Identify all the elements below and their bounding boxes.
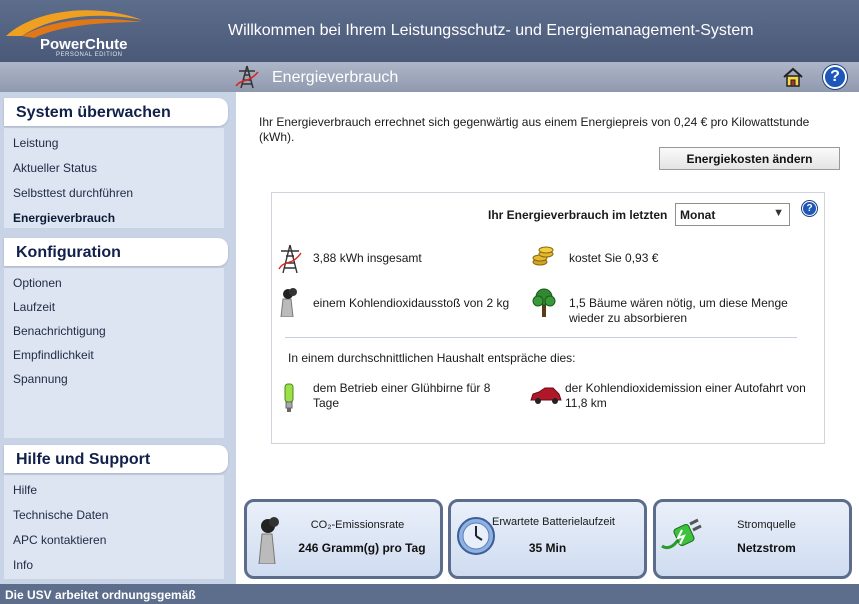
stat-cost: kostet Sie 0,93 €	[569, 251, 659, 265]
co2-card-value: 246 Gramm(g) pro Tag	[298, 541, 426, 555]
sidebar-item-info[interactable]: Info	[13, 558, 33, 572]
sidebar-item-spannung[interactable]: Spannung	[13, 372, 68, 386]
household-car: der Kohlendioxidemission einer Autofahrt…	[565, 381, 806, 410]
power-tower-icon	[278, 244, 302, 274]
household-intro: In einem durchschnittlichen Haushalt ent…	[288, 351, 576, 365]
co2-emission-card: CO₂-Emissionsrate 246 Gramm(g) pro Tag	[244, 499, 443, 579]
stat-total-kwh: 3,88 kWh insgesamt	[313, 251, 422, 265]
sidebar-item-empfindlichkeit[interactable]: Empfindlichkeit	[13, 348, 94, 362]
logo-subtitle: PERSONAL EDITION	[56, 52, 123, 58]
source-card-title: Stromquelle	[737, 519, 796, 531]
status-bar: Die USV arbeitet ordnungsgemäß	[0, 584, 859, 604]
sidebar-section-config[interactable]: Konfiguration	[4, 238, 228, 266]
sidebar-item-apc-kontaktieren[interactable]: APC kontaktieren	[13, 533, 106, 547]
battery-runtime-card: Erwartete Batterielaufzeit 35 Min	[448, 499, 647, 579]
period-select-value: Monat	[680, 208, 716, 222]
stat-trees: 1,5 Bäume wären nötig, um diese Menge wi…	[569, 296, 788, 325]
smokestack-icon	[280, 288, 297, 317]
period-label: Ihr Energieverbrauch im letzten	[488, 208, 668, 222]
panel-divider	[285, 337, 797, 338]
sidebar-section-monitor[interactable]: System überwachen	[4, 98, 228, 126]
sidebar: System überwachen Leistung Aktueller Sta…	[0, 92, 236, 584]
car-icon	[530, 387, 562, 404]
lightbulb-icon	[284, 383, 294, 412]
sidebar-item-energieverbrauch[interactable]: Energieverbrauch	[13, 211, 115, 225]
stat-co2: einem Kohlendioxidausstoß von 2 kg	[313, 296, 510, 310]
power-tower-icon	[235, 65, 259, 89]
sidebar-item-laufzeit[interactable]: Laufzeit	[13, 300, 55, 314]
chevron-down-icon: ▼	[773, 207, 784, 219]
sidebar-item-hilfe[interactable]: Hilfe	[13, 483, 37, 497]
page-title: Energieverbrauch	[272, 69, 399, 86]
sidebar-item-technische-daten[interactable]: Technische Daten	[13, 508, 108, 522]
header-title: Willkommen bei Ihrem Leistungsschutz- un…	[228, 22, 754, 39]
household-bulb: dem Betrieb einer Glühbirne für 8 Tage	[313, 381, 491, 410]
logo-text: PowerChute	[40, 36, 128, 53]
page-subheader	[0, 62, 859, 92]
source-card-value: Netzstrom	[737, 541, 796, 555]
power-source-card: Stromquelle Netzstrom	[653, 499, 852, 579]
battery-card-value: 35 Min	[528, 541, 567, 555]
sidebar-item-benachrichtigung[interactable]: Benachrichtigung	[13, 324, 106, 338]
co2-card-title: CO₂-Emissionsrate	[310, 519, 405, 531]
period-help-icon[interactable]: ?	[802, 201, 817, 216]
help-icon-glyph: ?	[830, 68, 840, 85]
sidebar-item-leistung[interactable]: Leistung	[13, 136, 58, 150]
sidebar-item-selbsttest[interactable]: Selbsttest durchführen	[13, 186, 133, 200]
app-header: PowerChute PERSONAL EDITION Willkommen b…	[0, 0, 859, 62]
tree-icon	[532, 288, 556, 317]
energy-price-intro: Ihr Energieverbrauch errechnet sich gege…	[259, 115, 810, 144]
period-select[interactable]: Monat ▼	[675, 203, 790, 226]
sidebar-item-optionen[interactable]: Optionen	[13, 276, 62, 290]
coins-icon	[532, 246, 554, 266]
period-help-glyph: ?	[806, 203, 813, 214]
sidebar-item-aktueller-status[interactable]: Aktueller Status	[13, 161, 97, 175]
home-icon[interactable]	[782, 66, 804, 88]
help-icon[interactable]: ?	[823, 65, 847, 89]
sidebar-section-help[interactable]: Hilfe und Support	[4, 445, 228, 473]
powerchute-logo: PowerChute PERSONAL EDITION	[0, 0, 150, 62]
change-energy-cost-button[interactable]: Energiekosten ändern	[659, 147, 840, 170]
logo-swoosh-icon	[6, 10, 142, 38]
battery-card-title: Erwartete Batterielaufzeit	[492, 516, 615, 528]
